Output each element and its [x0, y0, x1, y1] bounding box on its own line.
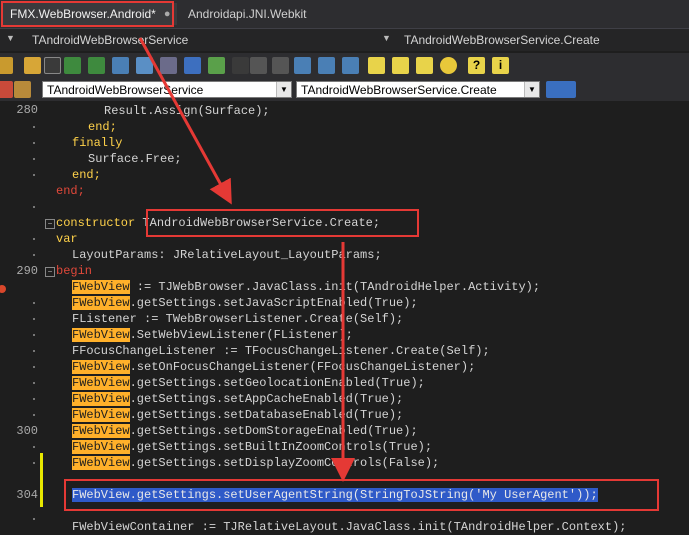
save-all-icon[interactable]	[88, 57, 105, 74]
code-line: end;	[72, 168, 101, 182]
open-folder-icon[interactable]	[24, 57, 41, 74]
toolbar-icon-18[interactable]	[416, 57, 433, 74]
toolbar-icon-8[interactable]	[160, 57, 177, 74]
save-icon[interactable]	[64, 57, 81, 74]
annotation-box-tab	[1, 1, 174, 27]
edit-icon[interactable]	[392, 57, 409, 74]
help-icon[interactable]: ?	[468, 57, 485, 74]
toolbar: ? i	[0, 53, 689, 79]
dropdown-icon[interactable]	[232, 57, 249, 74]
toolbar-icon-1[interactable]	[0, 57, 13, 74]
fold-toggle-icon[interactable]: −	[45, 267, 55, 277]
modified-line-marker	[40, 453, 43, 481]
code-editor[interactable]: 280 290 300 304 − − Result.Assign(Surfac…	[0, 101, 689, 534]
gutter-dot	[33, 302, 35, 304]
gutter-dot	[33, 254, 35, 256]
chevron-down-icon[interactable]: ▼	[524, 82, 539, 97]
code-line: FWebView.getSettings.setAppCacheEnabled(…	[72, 392, 404, 406]
toolbar-icon-left-2[interactable]	[14, 81, 31, 98]
navigation-bar: ▼ TAndroidWebBrowserService ▼ TAndroidWe…	[0, 29, 689, 51]
gutter-dot	[33, 238, 35, 240]
toolbar-icon-16[interactable]	[368, 57, 385, 74]
gutter-dot	[33, 398, 35, 400]
code-line: var	[56, 232, 78, 246]
code-line: FWebView.SetWebViewListener(FListener);	[72, 328, 353, 342]
gutter-dot	[33, 518, 35, 520]
method-combo[interactable]: TAndroidWebBrowserService.Create ▼	[296, 81, 540, 98]
combo-row: TAndroidWebBrowserService ▼ TAndroidWebB…	[0, 79, 689, 101]
code-line: FWebView.getSettings.setDatabaseEnabled(…	[72, 408, 404, 422]
code-line: FWebView.getSettings.setDomStorageEnable…	[72, 424, 418, 438]
code-line: Surface.Free;	[88, 152, 182, 166]
code-line: FWebView := TJWebBrowser.JavaClass.init(…	[72, 280, 541, 294]
code-line: FListener := TWebBrowserListener.Create(…	[72, 312, 404, 326]
code-line: FWebView.setOnFocusChangeListener(FFocus…	[72, 360, 476, 374]
modified-line-marker	[40, 481, 43, 507]
code-line: Result.Assign(Surface);	[104, 104, 270, 118]
editor-tab-bar: FMX.WebBrowser.Android* ● Androidapi.JNI…	[0, 0, 689, 29]
method-combo-value: TAndroidWebBrowserService.Create	[301, 83, 497, 97]
tab-label: Androidapi.JNI.Webkit	[188, 7, 307, 21]
gutter: 280 290 300 304	[0, 101, 43, 527]
gear-icon[interactable]	[440, 57, 457, 74]
nav-class-label[interactable]: TAndroidWebBrowserService	[32, 33, 188, 47]
chevron-down-icon[interactable]: ▼	[6, 33, 15, 43]
stop-icon[interactable]	[272, 57, 289, 74]
code-line: FWebView.getSettings.setJavaScriptEnable…	[72, 296, 418, 310]
gutter-dot	[33, 334, 35, 336]
step-icon[interactable]	[294, 57, 311, 74]
code-line: FWebView.getSettings.setGeolocationEnabl…	[72, 376, 425, 390]
nav-method-label[interactable]: TAndroidWebBrowserService.Create	[404, 33, 600, 47]
build-icon[interactable]	[184, 57, 201, 74]
annotation-box-useragent	[64, 479, 659, 511]
step-into-icon[interactable]	[342, 57, 359, 74]
list-view-icon[interactable]	[546, 81, 576, 98]
class-combo-value: TAndroidWebBrowserService	[47, 83, 204, 97]
gutter-dot	[33, 414, 35, 416]
project-options-icon[interactable]	[136, 57, 153, 74]
breakpoint-icon[interactable]	[0, 285, 6, 293]
code-line: FWebViewContainer := TJRelativeLayout.Ja…	[72, 520, 627, 534]
gutter-dot	[33, 126, 35, 128]
gutter-dot	[33, 206, 35, 208]
gutter-dot	[33, 158, 35, 160]
code-line: finally	[72, 136, 123, 150]
toolbar-icon-left[interactable]	[0, 81, 13, 98]
run-icon[interactable]	[208, 57, 225, 74]
gutter-dot	[33, 462, 35, 464]
code-line: FWebView.getSettings.setBuiltInZoomContr…	[72, 440, 433, 454]
tab-androidapi-jni-webkit[interactable]: Androidapi.JNI.Webkit	[180, 3, 315, 25]
fold-toggle-icon[interactable]: −	[45, 219, 55, 229]
code-line: end;	[56, 184, 85, 198]
annotation-box-constructor	[146, 209, 419, 237]
class-combo[interactable]: TAndroidWebBrowserService ▼	[42, 81, 292, 98]
project-icon[interactable]	[112, 57, 129, 74]
step-over-icon[interactable]	[318, 57, 335, 74]
chevron-down-icon[interactable]: ▼	[382, 33, 391, 43]
gutter-dot	[33, 382, 35, 384]
gutter-dot	[33, 318, 35, 320]
gutter-dot	[33, 446, 35, 448]
gutter-dot	[33, 350, 35, 352]
chevron-down-icon[interactable]: ▼	[276, 82, 291, 97]
code-line: FWebView.getSettings.setDisplayZoomContr…	[72, 456, 440, 470]
gutter-dot	[33, 366, 35, 368]
line-number: 290	[16, 264, 38, 278]
line-number: 280	[16, 103, 38, 117]
info-icon[interactable]: i	[492, 57, 509, 74]
gutter-dot	[33, 174, 35, 176]
dropdown-icon[interactable]	[44, 57, 61, 74]
code-line: begin	[56, 264, 93, 278]
gutter-dot	[33, 142, 35, 144]
line-number: 300	[16, 424, 38, 438]
line-number: 304	[16, 488, 38, 502]
code-lines: Result.Assign(Surface); end; finally Sur…	[56, 101, 627, 534]
code-line: LayoutParams: JRelativeLayout_LayoutPara…	[72, 248, 382, 262]
pause-icon[interactable]	[250, 57, 267, 74]
code-line: end;	[88, 120, 117, 134]
code-line: FFocusChangeListener := TFocusChangeList…	[72, 344, 490, 358]
